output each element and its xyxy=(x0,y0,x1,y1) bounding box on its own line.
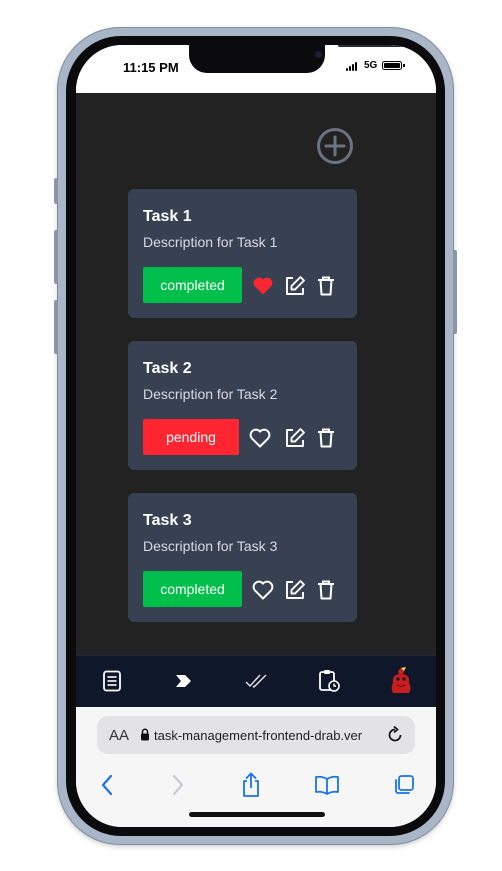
tabs-button[interactable] xyxy=(391,772,417,798)
task-status-button[interactable]: pending xyxy=(143,419,239,455)
task-description: Description for Task 1 xyxy=(143,234,278,250)
chevron-right-icon xyxy=(172,774,184,796)
double-check-icon xyxy=(245,674,267,688)
task-description: Description for Task 2 xyxy=(143,386,278,402)
volume-up-button xyxy=(54,230,58,284)
heart-icon[interactable] xyxy=(251,274,275,298)
chevron-right-icon xyxy=(176,675,191,687)
url-text: task-management-frontend-drab.ver xyxy=(154,728,363,743)
nav-done[interactable] xyxy=(243,668,269,694)
heart-icon[interactable] xyxy=(248,426,272,450)
bookmarks-button[interactable] xyxy=(314,772,340,798)
share-button[interactable] xyxy=(238,772,264,798)
book-icon xyxy=(315,775,339,795)
battery-icon xyxy=(382,61,402,70)
nav-profile[interactable] xyxy=(388,667,414,694)
chevron-left-icon xyxy=(101,774,113,796)
edit-icon[interactable] xyxy=(283,578,307,602)
app-content: Task 1 Description for Task 1 completed Tas… xyxy=(76,93,436,655)
plus-circle-icon xyxy=(317,128,353,164)
notch xyxy=(189,45,436,73)
trash-icon[interactable] xyxy=(314,274,338,298)
screen: 11:15 PM 5G Task 1 Description for Task 1… xyxy=(76,45,436,827)
edit-icon[interactable] xyxy=(283,274,307,298)
document-list-icon xyxy=(103,670,121,692)
status-bar: 11:15 PM 5G xyxy=(76,45,436,93)
camera xyxy=(315,51,322,58)
forward-button[interactable] xyxy=(165,772,191,798)
task-card: Task 3 Description for Task 3 completed xyxy=(128,493,357,622)
task-status-button[interactable]: completed xyxy=(143,267,242,303)
task-title: Task 2 xyxy=(143,360,192,377)
signal-icon xyxy=(346,62,357,71)
tabs-icon xyxy=(395,775,414,794)
status-time: 11:15 PM xyxy=(123,60,179,75)
nav-scheduled[interactable] xyxy=(316,668,342,694)
task-title: Task 1 xyxy=(143,208,192,225)
home-indicator[interactable] xyxy=(189,812,325,817)
address-bar[interactable]: AA task-management-frontend-drab.ver xyxy=(97,716,415,754)
heart-icon[interactable] xyxy=(251,578,275,602)
share-icon xyxy=(243,772,259,797)
edit-icon[interactable] xyxy=(283,426,307,450)
battery-tip xyxy=(403,64,405,67)
avatar-icon xyxy=(391,667,411,693)
task-title: Task 3 xyxy=(143,512,192,529)
task-card: Task 2 Description for Task 2 pending xyxy=(128,341,357,470)
bottom-nav xyxy=(76,655,436,707)
speaker xyxy=(338,45,436,47)
add-task-button[interactable] xyxy=(316,127,354,165)
browser-toolbar: AA task-management-frontend-drab.ver xyxy=(76,707,436,827)
clipboard-clock-icon xyxy=(319,670,340,692)
text-size-button[interactable]: AA xyxy=(109,727,129,744)
task-description: Description for Task 3 xyxy=(143,538,278,554)
network-type: 5G xyxy=(364,60,378,71)
back-button[interactable] xyxy=(94,772,120,798)
nav-tasks[interactable] xyxy=(99,668,125,694)
nav-next[interactable] xyxy=(171,668,197,694)
trash-icon[interactable] xyxy=(314,426,338,450)
lock-icon xyxy=(141,728,149,741)
power-button xyxy=(453,250,457,334)
task-status-button[interactable]: completed xyxy=(143,571,242,607)
action-button xyxy=(54,178,58,204)
reload-icon[interactable] xyxy=(385,725,405,745)
task-card: Task 1 Description for Task 1 completed xyxy=(128,189,357,318)
trash-icon[interactable] xyxy=(314,578,338,602)
volume-down-button xyxy=(54,300,58,354)
